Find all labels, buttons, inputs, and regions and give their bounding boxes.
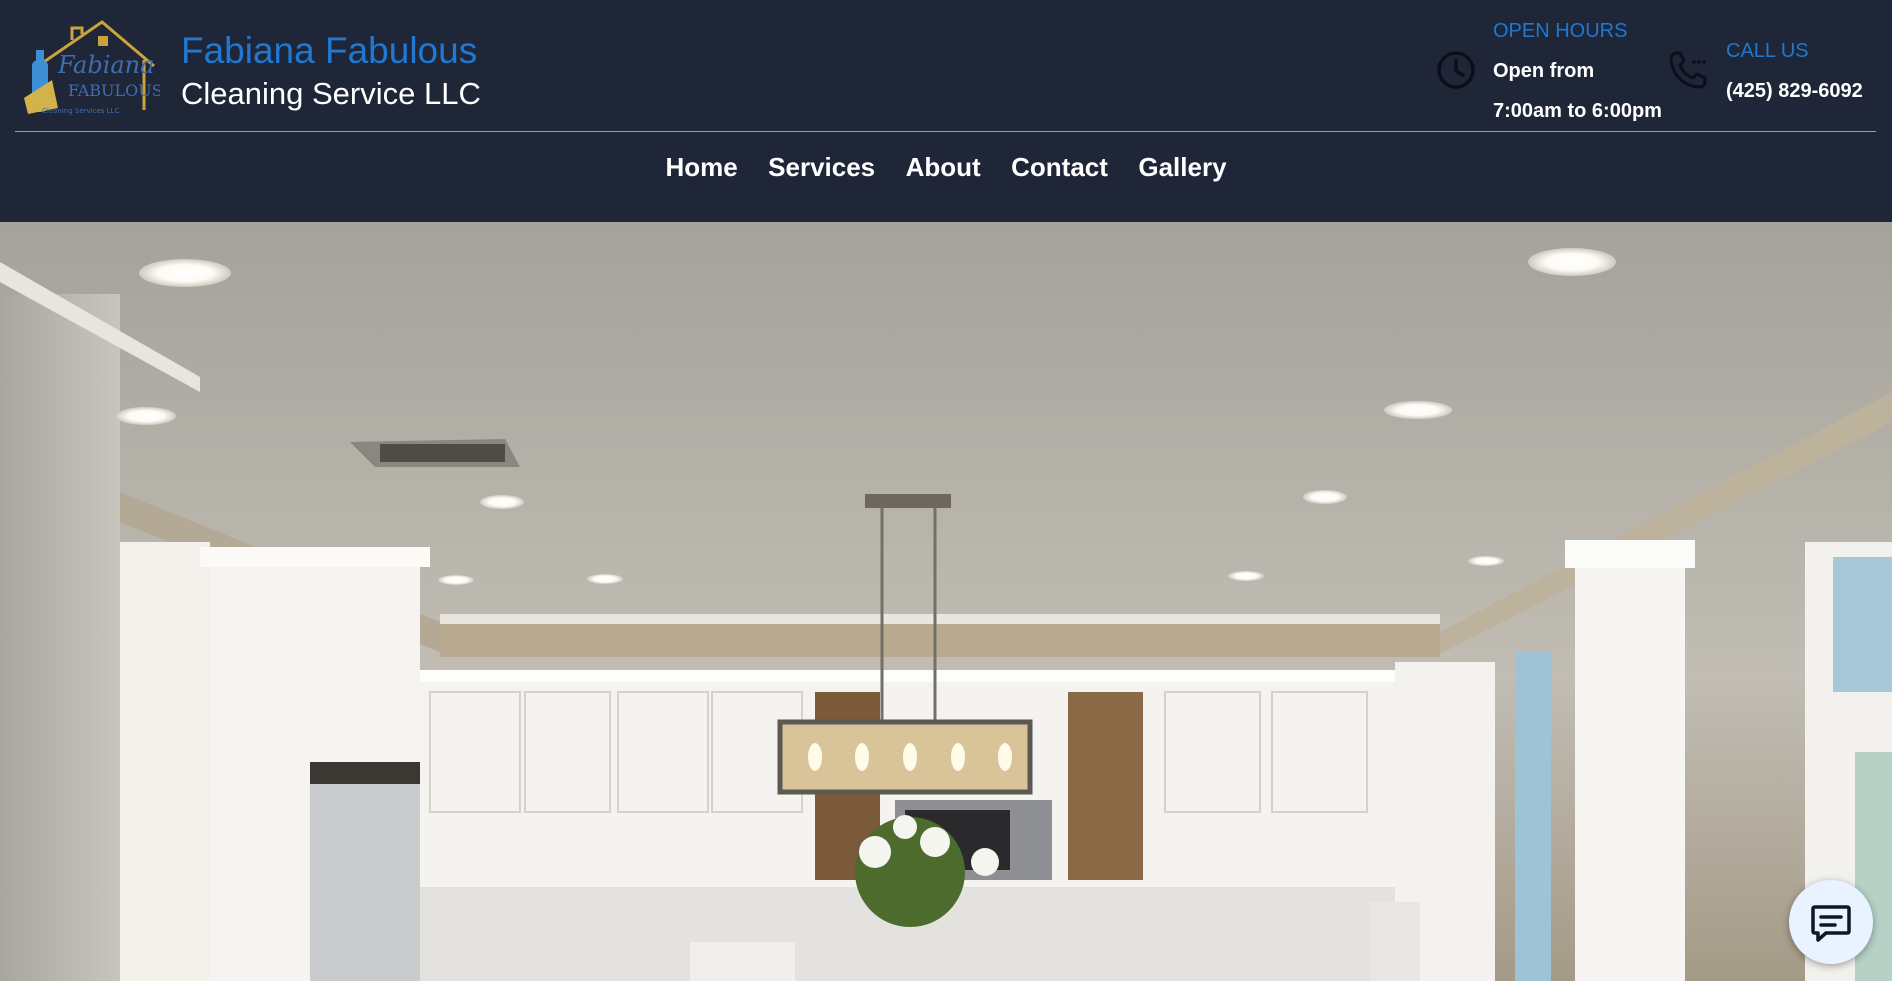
svg-text:Cleaning Services LLC: Cleaning Services LLC	[42, 107, 119, 115]
chat-icon	[1811, 905, 1851, 942]
open-hours-line2: 7:00am to 6:00pm	[1493, 100, 1662, 122]
nav-item-about[interactable]: About	[906, 152, 981, 183]
open-hours-line1: Open from	[1493, 60, 1595, 82]
chat-button[interactable]	[1789, 880, 1873, 964]
main-nav: Home Services About Contact Gallery	[0, 152, 1892, 183]
nav-item-home[interactable]: Home	[665, 152, 737, 183]
nav-item-services[interactable]: Services	[768, 152, 875, 183]
brand-name[interactable]: Fabiana Fabulous	[181, 30, 477, 72]
site-header: Fabiana FABULOUS Cleaning Services LLC F…	[0, 0, 1892, 222]
open-hours-title: OPEN HOURS	[1493, 20, 1628, 42]
hero-image	[0, 222, 1892, 981]
brand-subtitle[interactable]: Cleaning Service LLC	[181, 76, 481, 112]
call-us-title: CALL US	[1726, 40, 1809, 62]
clock-icon	[1434, 48, 1478, 92]
phone-icon	[1666, 48, 1710, 92]
company-logo[interactable]: Fabiana FABULOUS Cleaning Services LLC	[18, 18, 163, 118]
phone-number-link[interactable]: (425) 829-6092	[1726, 80, 1863, 103]
svg-text:FABULOUS: FABULOUS	[68, 81, 160, 100]
nav-item-gallery[interactable]: Gallery	[1138, 152, 1226, 183]
header-divider	[15, 131, 1876, 132]
svg-text:Fabiana: Fabiana	[57, 51, 154, 79]
nav-item-contact[interactable]: Contact	[1011, 152, 1108, 183]
